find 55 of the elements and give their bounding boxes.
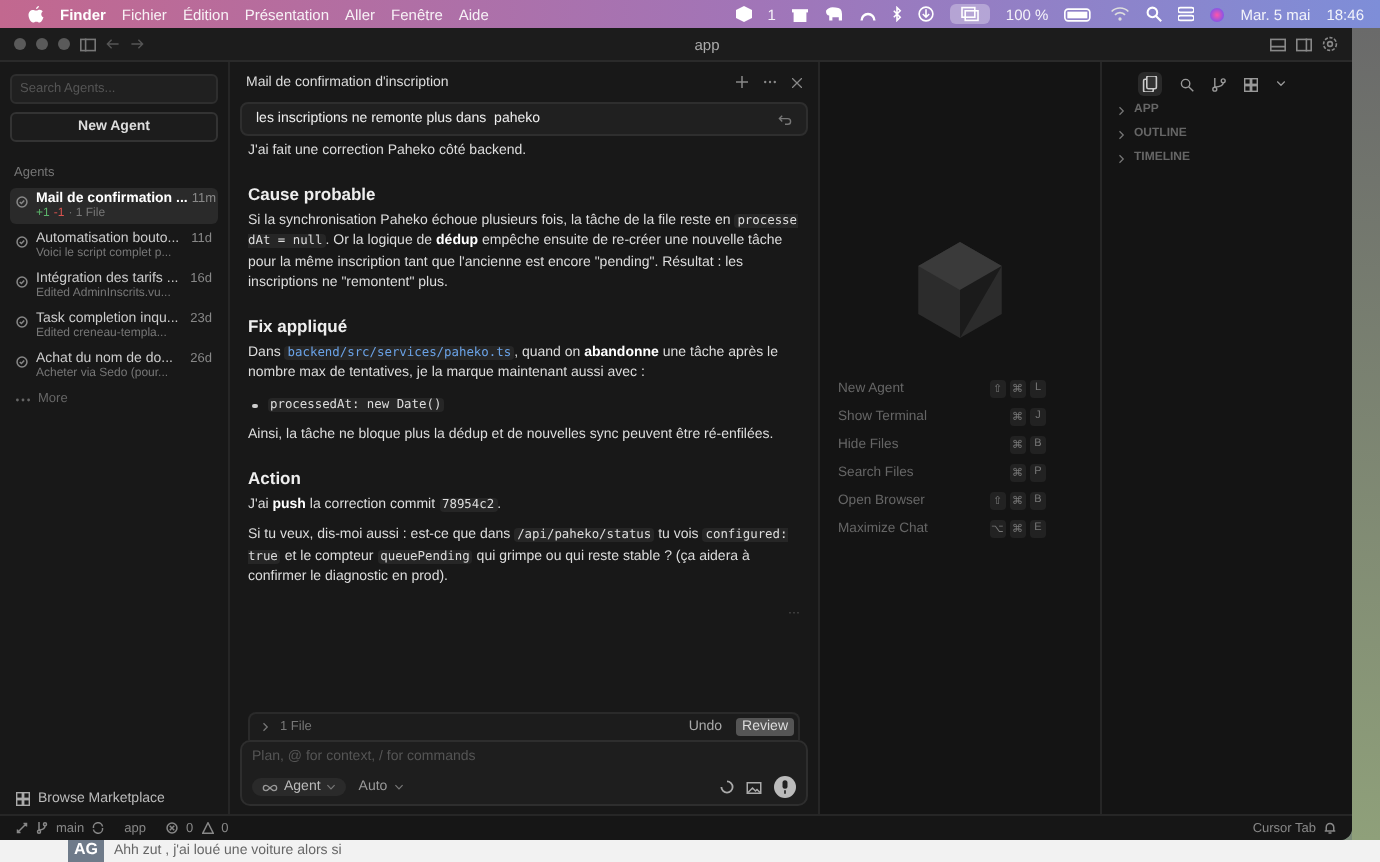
blocks-icon xyxy=(16,792,30,806)
close-window-button[interactable] xyxy=(14,38,26,50)
bell-icon[interactable] xyxy=(1324,822,1336,834)
agent-status-icon xyxy=(16,356,28,368)
chevron-icon xyxy=(1118,105,1126,115)
search-icon[interactable] xyxy=(1146,6,1163,22)
close-icon[interactable] xyxy=(792,77,802,87)
files-icon[interactable] xyxy=(1138,72,1162,96)
back-arrow-icon[interactable] xyxy=(106,38,120,50)
microphone-icon xyxy=(780,780,790,794)
agent-status-icon xyxy=(16,276,28,288)
chevron-down-icon[interactable] xyxy=(1276,80,1286,88)
warning-icon xyxy=(201,822,214,834)
right-panel-icon[interactable] xyxy=(1296,37,1312,51)
package-icon[interactable] xyxy=(735,6,752,22)
sync-icon[interactable] xyxy=(92,822,105,834)
settings-icon[interactable] xyxy=(1322,36,1338,52)
wifi-icon[interactable] xyxy=(1110,6,1131,22)
branch-icon xyxy=(36,822,48,834)
revert-icon[interactable] xyxy=(778,113,792,125)
section-heading: Action xyxy=(248,467,303,487)
zoom-window-button[interactable] xyxy=(58,38,70,50)
avatar-initials: AG xyxy=(68,840,104,862)
agent-status-icon xyxy=(16,316,28,328)
chevron-icon xyxy=(1118,153,1126,163)
section-heading: Cause probable xyxy=(248,183,378,203)
battery-icon[interactable] xyxy=(1064,7,1095,21)
source-control-icon[interactable] xyxy=(1212,77,1226,91)
minimize-window-button[interactable] xyxy=(36,38,48,50)
bullet-icon xyxy=(252,403,257,408)
caret-icon xyxy=(393,784,404,790)
sidebar-toggle-icon[interactable] xyxy=(80,37,96,51)
loading-icon xyxy=(720,780,734,794)
cube-logo-icon xyxy=(918,242,1002,338)
bluetooth-icon[interactable] xyxy=(891,6,902,22)
agent-status-icon xyxy=(16,236,28,248)
search-icon[interactable] xyxy=(1180,77,1194,91)
plus-icon[interactable] xyxy=(736,76,748,88)
agent-status-icon xyxy=(16,196,28,208)
error-icon xyxy=(165,822,178,834)
chevron-icon xyxy=(1118,129,1126,139)
extensions-icon[interactable] xyxy=(1244,77,1258,91)
infinity-icon xyxy=(262,783,278,791)
section-heading: Fix appliqué xyxy=(248,315,350,335)
window-switcher-icon[interactable] xyxy=(949,4,990,24)
chevron-icon[interactable] xyxy=(262,722,270,732)
image-icon[interactable] xyxy=(746,781,762,793)
microphone-button[interactable] xyxy=(774,776,796,798)
forward-arrow-icon[interactable] xyxy=(130,38,144,50)
caret-icon xyxy=(326,784,337,790)
apple-logo-icon[interactable] xyxy=(28,5,44,23)
download-icon[interactable] xyxy=(917,6,934,22)
remote-icon[interactable] xyxy=(16,822,28,834)
panel-layout-icon[interactable] xyxy=(1270,37,1286,51)
control-center-icon[interactable] xyxy=(1178,6,1195,22)
